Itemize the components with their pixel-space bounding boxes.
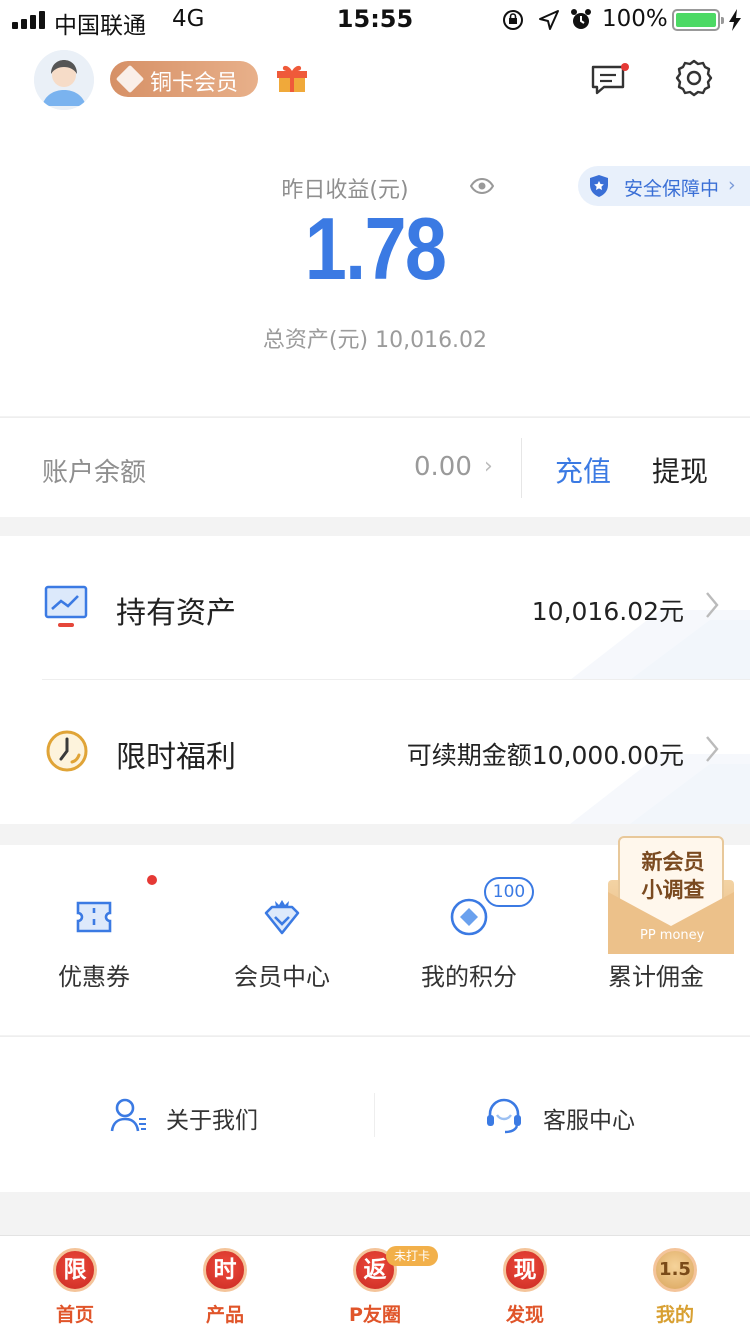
gift-icon[interactable]: [276, 64, 308, 94]
ticket-icon: [76, 901, 112, 933]
chart-monitor-icon: [44, 585, 88, 627]
survey-line-1: 新会员: [641, 850, 705, 874]
balance-label: 账户余额: [42, 458, 147, 488]
bottom-tab-bar: 限 首页 时 产品 返 P友圈 现 发现 1.5 我的: [0, 1235, 750, 1334]
rotation-lock-icon: [503, 10, 523, 30]
limited-benefit-value: 可续期金额10,000.00元: [406, 741, 684, 770]
limited-benefit-row[interactable]: 限时福利 可续期金额10,000.00元: [0, 680, 750, 824]
tab-discover[interactable]: 现 发现: [450, 1236, 600, 1334]
about-us-link[interactable]: 关于我们: [166, 1101, 258, 1135]
message-icon[interactable]: [590, 62, 630, 98]
clock-icon: [46, 730, 88, 772]
my-points-label: 我的积分: [421, 963, 517, 991]
tab-home[interactable]: 限 首页: [0, 1236, 150, 1334]
balance-value[interactable]: 0.00: [414, 452, 472, 482]
headset-icon[interactable]: [484, 1095, 524, 1135]
member-badge-label: 铜卡会员: [150, 71, 239, 96]
battery-percent: 100%: [602, 6, 668, 32]
chevron-right-icon: ›: [728, 174, 736, 196]
tab-label: 产品: [205, 1304, 244, 1326]
ppmoney-logo: PP money: [640, 928, 705, 943]
notification-dot: [147, 875, 157, 885]
diamond-icon: [115, 64, 145, 94]
envelope-flap: [608, 892, 734, 954]
account-header: 铜卡会员 昨日收益(元) 安全保障中 › 1.78 总资产(元) 10,016.…: [0, 40, 750, 416]
tab-mine[interactable]: 1.5 我的: [600, 1236, 750, 1334]
products-tab-icon: 时: [203, 1248, 247, 1292]
battery-icon: [672, 9, 724, 31]
divider: [374, 1093, 375, 1137]
tab-label: 发现: [505, 1304, 544, 1326]
help-links-row: 关于我们 客服中心: [0, 1036, 750, 1192]
customer-service-link[interactable]: 客服中心: [543, 1101, 635, 1135]
tab-label: 首页: [55, 1304, 94, 1326]
holding-assets-label: 持有资产: [116, 596, 236, 631]
settings-gear-icon[interactable]: [674, 58, 714, 98]
limited-benefit-label: 限时福利: [116, 740, 236, 775]
holding-assets-value: 10,016.02元: [531, 597, 684, 626]
avatar[interactable]: [34, 50, 94, 110]
chevron-right-icon: [706, 736, 719, 762]
location-icon: [539, 10, 559, 30]
discover-tab-icon: 现: [503, 1248, 547, 1292]
recharge-button[interactable]: 充值: [555, 450, 611, 490]
coupon-label: 优惠券: [58, 963, 130, 991]
account-balance-row: 账户余额 0.00 › 充值 提现: [0, 417, 750, 517]
home-tab-icon: 限: [53, 1248, 97, 1292]
member-badge[interactable]: 铜卡会员: [110, 61, 258, 97]
member-center-label: 会员中心: [234, 963, 330, 991]
member-center-shortcut[interactable]: 会员中心: [188, 845, 376, 1035]
holding-assets-row[interactable]: 持有资产 10,016.02元: [0, 536, 750, 680]
security-label: 安全保障中: [624, 178, 720, 200]
tab-products[interactable]: 时 产品: [150, 1236, 300, 1334]
tab-label: P友圈: [349, 1304, 401, 1326]
diamond-crown-icon: [264, 900, 300, 935]
tab-label: 我的: [655, 1304, 694, 1326]
charging-icon: [729, 9, 741, 31]
person-icon[interactable]: [110, 1097, 148, 1133]
status-bar: 中国联通 4G 15:55 100%: [0, 0, 750, 40]
mine-tab-icon: 1.5: [653, 1248, 697, 1292]
shield-icon: [590, 175, 608, 197]
alarm-icon: [571, 9, 591, 29]
chevron-right-icon[interactable]: ›: [484, 454, 493, 479]
chevron-right-icon: [706, 592, 719, 618]
assets-section: 持有资产 10,016.02元 限时福利 可续期金额10,000.00元: [0, 536, 750, 824]
withdraw-button[interactable]: 提现: [652, 450, 708, 490]
eye-icon[interactable]: [470, 176, 494, 196]
commission-label: 累计佣金: [608, 963, 704, 991]
my-points-shortcut[interactable]: 我的积分: [375, 845, 563, 1035]
coupon-shortcut[interactable]: 优惠券: [0, 845, 188, 1035]
points-badge: 100: [484, 877, 534, 907]
divider: [521, 438, 522, 498]
total-assets: 总资产(元) 10,016.02: [262, 328, 488, 353]
not-checked-in-tag: 未打卡: [386, 1246, 438, 1266]
yesterday-earnings-value: 1.78: [304, 199, 447, 298]
points-coin-icon: [450, 898, 488, 936]
